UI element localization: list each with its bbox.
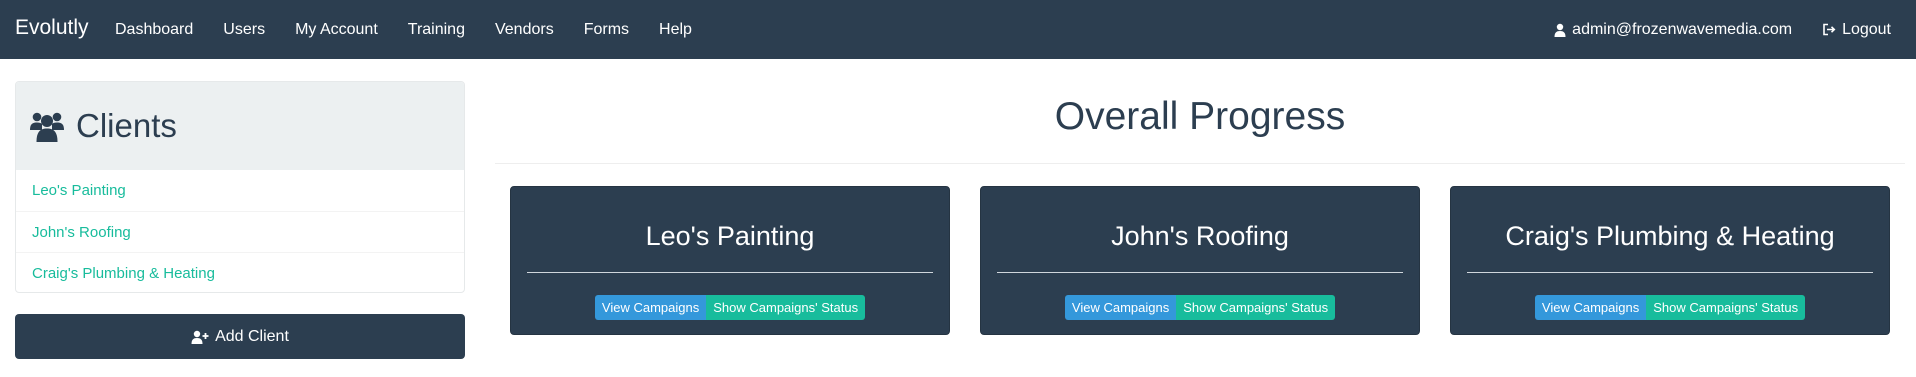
show-campaigns-status-button[interactable]: Show Campaigns' Status [1176,295,1336,320]
nav-right: admin@frozenwavemedia.com Logout [1539,0,1916,59]
user-plus-icon [191,330,209,344]
user-icon [1554,23,1566,37]
client-card-leos-painting: Leo's Painting View Campaigns Show Campa… [510,186,950,335]
top-navbar: Evolutly Dashboard Users My Account Trai… [0,0,1916,59]
clients-panel-title: Clients [76,107,177,144]
brand-logo[interactable]: Evolutly [15,16,89,40]
nav-link-users[interactable]: Users [208,21,280,39]
title-divider [495,163,1905,164]
client-card-johns-roofing: John's Roofing View Campaigns Show Campa… [980,186,1420,335]
users-group-icon [30,112,64,142]
card-button-group: View Campaigns Show Campaigns' Status [511,295,949,320]
nav-link-forms[interactable]: Forms [569,21,644,39]
client-card-craigs-plumbing: Craig's Plumbing & Heating View Campaign… [1450,186,1890,335]
card-button-group: View Campaigns Show Campaigns' Status [1451,295,1889,320]
show-campaigns-status-button[interactable]: Show Campaigns' Status [706,295,866,320]
card-divider [1467,272,1873,273]
logout-link[interactable]: Logout [1807,21,1916,39]
view-campaigns-button[interactable]: View Campaigns [594,295,707,320]
client-card-name: John's Roofing [1111,221,1289,251]
client-link-johns-roofing[interactable]: John's Roofing [16,211,464,252]
nav-links: Dashboard Users My Account Training Vend… [100,0,707,59]
user-email: admin@frozenwavemedia.com [1572,20,1793,38]
card-divider [997,272,1403,273]
view-campaigns-button[interactable]: View Campaigns [1064,295,1177,320]
logout-icon [1823,23,1836,36]
card-divider [527,272,933,273]
add-client-label: Add Client [215,327,289,345]
card-button-group: View Campaigns Show Campaigns' Status [981,295,1419,320]
client-link-leos-painting[interactable]: Leo's Painting [16,170,464,211]
nav-link-my-account[interactable]: My Account [280,21,393,39]
client-card-name: Leo's Painting [645,221,815,251]
client-link-craigs-plumbing[interactable]: Craig's Plumbing & Heating [16,252,464,292]
page-title: Overall Progress [1054,95,1346,138]
user-account-link[interactable]: admin@frozenwavemedia.com [1539,21,1807,39]
clients-panel-heading: Clients [16,82,464,170]
nav-link-training[interactable]: Training [393,21,480,39]
show-campaigns-status-button[interactable]: Show Campaigns' Status [1646,295,1806,320]
clients-panel: Clients Leo's Painting John's Roofing Cr… [15,81,465,293]
nav-link-dashboard[interactable]: Dashboard [100,21,208,39]
client-card-name: Craig's Plumbing & Heating [1505,221,1835,251]
nav-link-vendors[interactable]: Vendors [480,21,569,39]
view-campaigns-button[interactable]: View Campaigns [1534,295,1647,320]
logout-label: Logout [1842,20,1891,38]
add-client-button[interactable]: Add Client [15,314,465,359]
nav-link-help[interactable]: Help [644,21,707,39]
